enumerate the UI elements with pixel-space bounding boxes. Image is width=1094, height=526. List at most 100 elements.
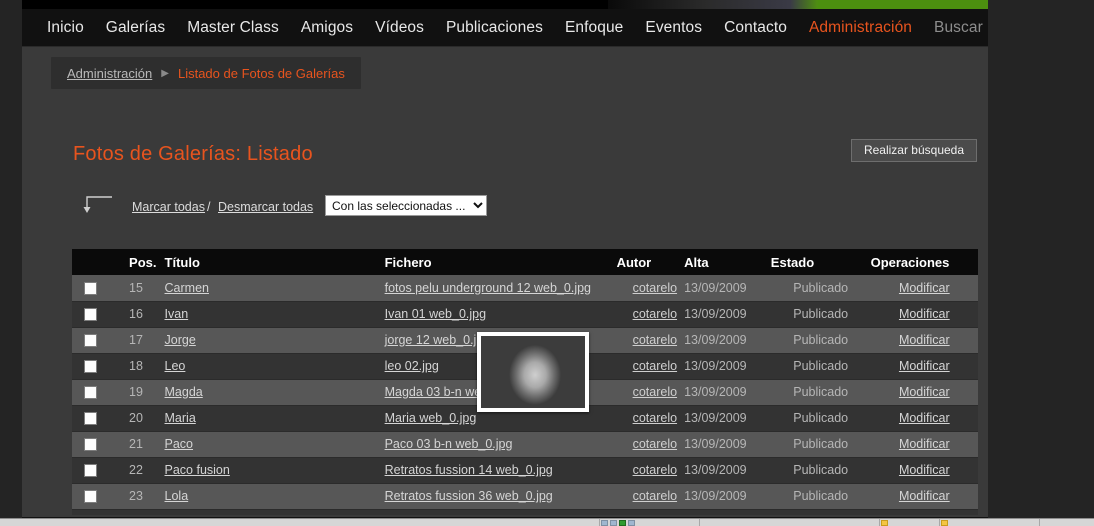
nav-item-v-deos[interactable]: Vídeos	[364, 19, 435, 37]
table-row[interactable]: 21 Paco Paco 03 b-n web_0.jpg cotarelo 13/09…	[72, 431, 978, 458]
row-operaciones-link[interactable]: Modificar	[899, 359, 950, 373]
header-alta[interactable]: Alta	[677, 249, 771, 275]
nav-item-enfoque[interactable]: Enfoque	[554, 19, 634, 37]
row-operaciones-link[interactable]: Modificar	[899, 281, 950, 295]
row-titulo-link[interactable]: Jorge	[165, 333, 196, 347]
row-fichero-link[interactable]: fotos pelu underground 12 web_0.jpg	[385, 281, 591, 295]
row-autor-link[interactable]: cotarelo	[633, 489, 677, 503]
row-operaciones-link[interactable]: Modificar	[899, 463, 950, 477]
nav-item-amigos[interactable]: Amigos	[290, 19, 364, 37]
row-autor: cotarelo	[616, 327, 678, 354]
row-operaciones-link[interactable]: Modificar	[899, 437, 950, 451]
search-icon[interactable]	[628, 519, 635, 526]
nav-item-eventos[interactable]: Eventos	[634, 19, 713, 37]
row-alta: 13/09/2009	[677, 353, 771, 380]
row-autor-link[interactable]: cotarelo	[633, 463, 677, 477]
row-fichero-link[interactable]: Retratos fussion 36 web_0.jpg	[385, 489, 553, 503]
row-estado: Publicado	[770, 379, 871, 406]
row-checkbox-cell	[72, 327, 108, 354]
row-titulo-link[interactable]: Carmen	[165, 281, 209, 295]
taskbar-tasks[interactable]	[700, 519, 880, 526]
row-pos: 18	[107, 353, 157, 380]
header-estado[interactable]: Estado	[770, 249, 871, 275]
row-operaciones-link[interactable]: Modificar	[899, 489, 950, 503]
window-icon[interactable]	[601, 519, 608, 526]
row-autor: cotarelo	[616, 301, 678, 328]
marcar-todas-link[interactable]: Marcar todas	[132, 200, 205, 214]
row-checkbox[interactable]	[84, 490, 97, 504]
header-autor[interactable]: Autor	[616, 249, 678, 275]
row-autor-link[interactable]: cotarelo	[633, 281, 677, 295]
row-titulo-link[interactable]: Maria	[165, 411, 196, 425]
header-pos[interactable]: Pos.	[107, 249, 157, 275]
row-autor-link[interactable]: cotarelo	[633, 385, 677, 399]
row-fichero-link[interactable]: Retratos fussion 14 web_0.jpg	[385, 463, 553, 477]
row-operaciones: Modificar	[870, 379, 978, 406]
nav-item-galer-as[interactable]: Galerías	[95, 19, 176, 37]
row-autor-link[interactable]: cotarelo	[633, 411, 677, 425]
row-checkbox[interactable]	[84, 464, 97, 478]
row-autor-link[interactable]: cotarelo	[633, 307, 677, 321]
star-icon-2[interactable]	[941, 519, 948, 526]
row-fichero-link[interactable]: Maria web_0.jpg	[385, 411, 477, 425]
row-fichero-link[interactable]: jorge 12 web_0.jpg	[385, 333, 491, 347]
row-fichero-link[interactable]: Paco 03 b-n web_0.jpg	[385, 437, 513, 451]
row-checkbox-cell	[72, 353, 108, 380]
folder-icon[interactable]	[610, 519, 617, 526]
row-alta: 13/09/2009	[677, 431, 771, 458]
row-pos: 19	[107, 379, 157, 406]
nav-item-administraci-n[interactable]: Administración	[798, 19, 923, 37]
taskbar-tray-left[interactable]	[880, 519, 940, 526]
page-title: Fotos de Galerías: Listado	[73, 143, 313, 165]
row-checkbox[interactable]	[84, 438, 97, 452]
taskbar-quicklaunch[interactable]	[600, 519, 700, 526]
table-row[interactable]: 15 Carmen fotos pelu underground 12 web_0.…	[72, 275, 978, 302]
row-operaciones-link[interactable]: Modificar	[899, 333, 950, 347]
row-titulo-link[interactable]: Ivan	[165, 307, 189, 321]
nav-item-publicaciones[interactable]: Publicaciones	[435, 19, 554, 37]
nav-item-inicio[interactable]: Inicio	[36, 19, 95, 37]
row-checkbox[interactable]	[84, 386, 97, 400]
row-checkbox[interactable]	[84, 334, 97, 348]
nav-item-master-class[interactable]: Master Class	[176, 19, 290, 37]
row-operaciones-link[interactable]: Modificar	[899, 411, 950, 425]
bulk-action-select[interactable]: Con las seleccionadas ...	[325, 195, 487, 216]
row-checkbox[interactable]	[84, 308, 97, 322]
row-operaciones-link[interactable]: Modificar	[899, 385, 950, 399]
header-fichero[interactable]: Fichero	[384, 249, 617, 275]
row-pos: 16	[107, 301, 157, 328]
table-row[interactable]: 23 Lola Retratos fussion 36 web_0.jpg cotar…	[72, 483, 978, 510]
row-autor-link[interactable]: cotarelo	[633, 437, 677, 451]
row-pos: 21	[107, 431, 157, 458]
row-fichero-link[interactable]: leo 02.jpg	[385, 359, 439, 373]
row-checkbox[interactable]	[84, 412, 97, 426]
star-icon[interactable]	[881, 519, 888, 526]
taskbar-window-buttons[interactable]	[0, 519, 600, 526]
row-autor-link[interactable]: cotarelo	[633, 333, 677, 347]
row-checkbox[interactable]	[84, 281, 97, 295]
row-titulo-link[interactable]: Leo	[165, 359, 186, 373]
row-titulo-link[interactable]: Paco	[165, 437, 194, 451]
table-row[interactable]: 22 Paco fusion Retratos fussion 14 web_0.j…	[72, 457, 978, 484]
row-pos: 17	[107, 327, 157, 354]
taskbar-tray-right[interactable]	[940, 519, 1040, 526]
row-checkbox[interactable]	[84, 360, 97, 374]
breadcrumb-link-administracion[interactable]: Administración	[67, 66, 152, 81]
row-operaciones-link[interactable]: Modificar	[899, 307, 950, 321]
header-titulo[interactable]: Título	[156, 249, 385, 275]
row-titulo-link[interactable]: Magda	[165, 385, 203, 399]
row-fichero-link[interactable]: Ivan 01 web_0.jpg	[385, 307, 486, 321]
desmarcar-todas-link[interactable]: Desmarcar todas	[218, 200, 313, 214]
row-autor: cotarelo	[616, 379, 678, 406]
nav-item-buscar[interactable]: Buscar	[923, 19, 994, 37]
nav-item-contacto[interactable]: Contacto	[713, 19, 798, 37]
row-titulo-link[interactable]: Lola	[165, 489, 189, 503]
row-titulo-link[interactable]: Paco fusion	[165, 463, 230, 477]
row-estado: Publicado	[770, 301, 871, 328]
row-alta: 13/09/2009	[677, 275, 771, 302]
realizar-busqueda-button[interactable]: Realizar búsqueda	[851, 139, 977, 162]
row-checkbox-cell	[72, 431, 108, 458]
browser-icon[interactable]	[619, 519, 626, 526]
table-row[interactable]: 16 Ivan Ivan 01 web_0.jpg cotarelo 13/09/200…	[72, 301, 978, 328]
row-autor-link[interactable]: cotarelo	[633, 359, 677, 373]
